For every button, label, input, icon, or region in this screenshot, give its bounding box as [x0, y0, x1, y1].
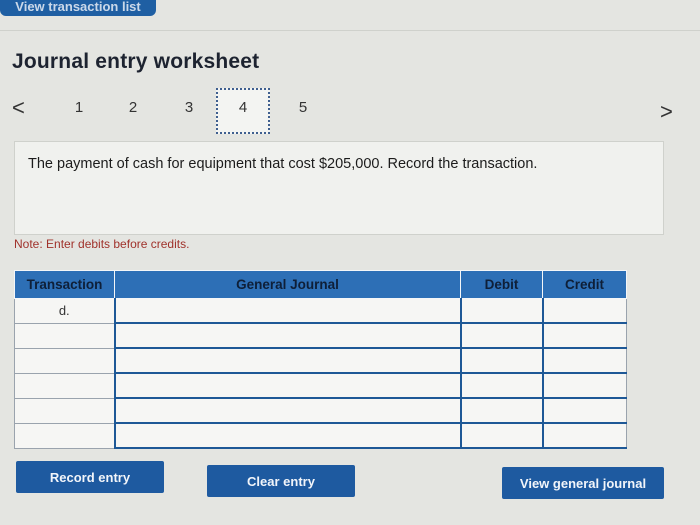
account-select[interactable] — [113, 347, 461, 374]
transaction-cell — [14, 397, 115, 424]
entry-pager: < 1 2 3 4 5 > — [0, 88, 700, 134]
table-row: d. — [14, 298, 627, 324]
credit-column-header: Credit — [542, 270, 627, 299]
debit-input[interactable] — [459, 298, 543, 324]
credit-field[interactable] — [544, 324, 627, 347]
account-select[interactable] — [113, 372, 461, 399]
account-field[interactable] — [116, 299, 460, 322]
account-select[interactable] — [113, 422, 461, 449]
debit-field[interactable] — [462, 324, 542, 347]
page-1-button[interactable]: 1 — [52, 92, 106, 136]
account-select[interactable] — [113, 397, 461, 424]
chevron-right-icon[interactable]: > — [660, 100, 673, 124]
transaction-cell — [14, 347, 115, 374]
credit-input[interactable] — [541, 422, 627, 449]
account-select[interactable] — [113, 322, 461, 349]
account-field[interactable] — [116, 324, 460, 347]
debit-input[interactable] — [459, 397, 543, 424]
credit-field[interactable] — [544, 299, 627, 322]
table-header-row: Transaction General Journal Debit Credit — [14, 270, 627, 299]
instruction-note: Note: Enter debits before credits. — [14, 237, 190, 251]
transaction-column-header: Transaction — [14, 270, 115, 299]
account-field[interactable] — [116, 399, 460, 422]
credit-field[interactable] — [544, 374, 627, 397]
debit-input[interactable] — [459, 372, 543, 399]
debit-field[interactable] — [462, 349, 542, 372]
debit-field[interactable] — [462, 424, 542, 447]
credit-input[interactable] — [541, 322, 627, 349]
transaction-cell — [14, 422, 115, 449]
table-row — [14, 372, 627, 399]
page-4-button[interactable]: 4 — [216, 88, 270, 134]
general-journal-column-header: General Journal — [114, 270, 461, 299]
account-select[interactable] — [113, 298, 461, 324]
credit-input[interactable] — [541, 372, 627, 399]
table-row — [14, 322, 627, 349]
chevron-left-icon[interactable]: < — [12, 96, 25, 120]
debit-column-header: Debit — [460, 270, 543, 299]
credit-input[interactable] — [541, 298, 627, 324]
view-transaction-list-tab[interactable]: View transaction list — [0, 0, 156, 16]
transaction-cell: d. — [14, 298, 115, 324]
clear-entry-button[interactable]: Clear entry — [207, 465, 355, 497]
transaction-cell — [14, 372, 115, 399]
credit-field[interactable] — [544, 349, 627, 372]
credit-input[interactable] — [541, 397, 627, 424]
question-prompt: The payment of cash for equipment that c… — [14, 141, 664, 235]
account-field[interactable] — [116, 374, 460, 397]
credit-field[interactable] — [544, 424, 627, 447]
debit-field[interactable] — [462, 374, 542, 397]
table-row — [14, 422, 627, 449]
credit-input[interactable] — [541, 347, 627, 374]
account-field[interactable] — [116, 424, 460, 447]
table-row — [14, 397, 627, 424]
debit-field[interactable] — [462, 299, 542, 322]
debit-input[interactable] — [459, 422, 543, 449]
page-title: Journal entry worksheet — [12, 50, 260, 73]
credit-field[interactable] — [544, 399, 627, 422]
debit-input[interactable] — [459, 322, 543, 349]
page-2-button[interactable]: 2 — [106, 92, 160, 136]
view-general-journal-button[interactable]: View general journal — [502, 467, 664, 499]
account-field[interactable] — [116, 349, 460, 372]
debit-field[interactable] — [462, 399, 542, 422]
debit-input[interactable] — [459, 347, 543, 374]
journal-table: Transaction General Journal Debit Credit… — [14, 270, 627, 449]
record-entry-button[interactable]: Record entry — [16, 461, 164, 493]
tab-label: View transaction list — [15, 0, 141, 14]
page-3-button[interactable]: 3 — [162, 92, 216, 136]
table-row — [14, 347, 627, 374]
header-divider — [0, 30, 700, 31]
page-5-button[interactable]: 5 — [276, 92, 330, 136]
transaction-cell — [14, 322, 115, 349]
